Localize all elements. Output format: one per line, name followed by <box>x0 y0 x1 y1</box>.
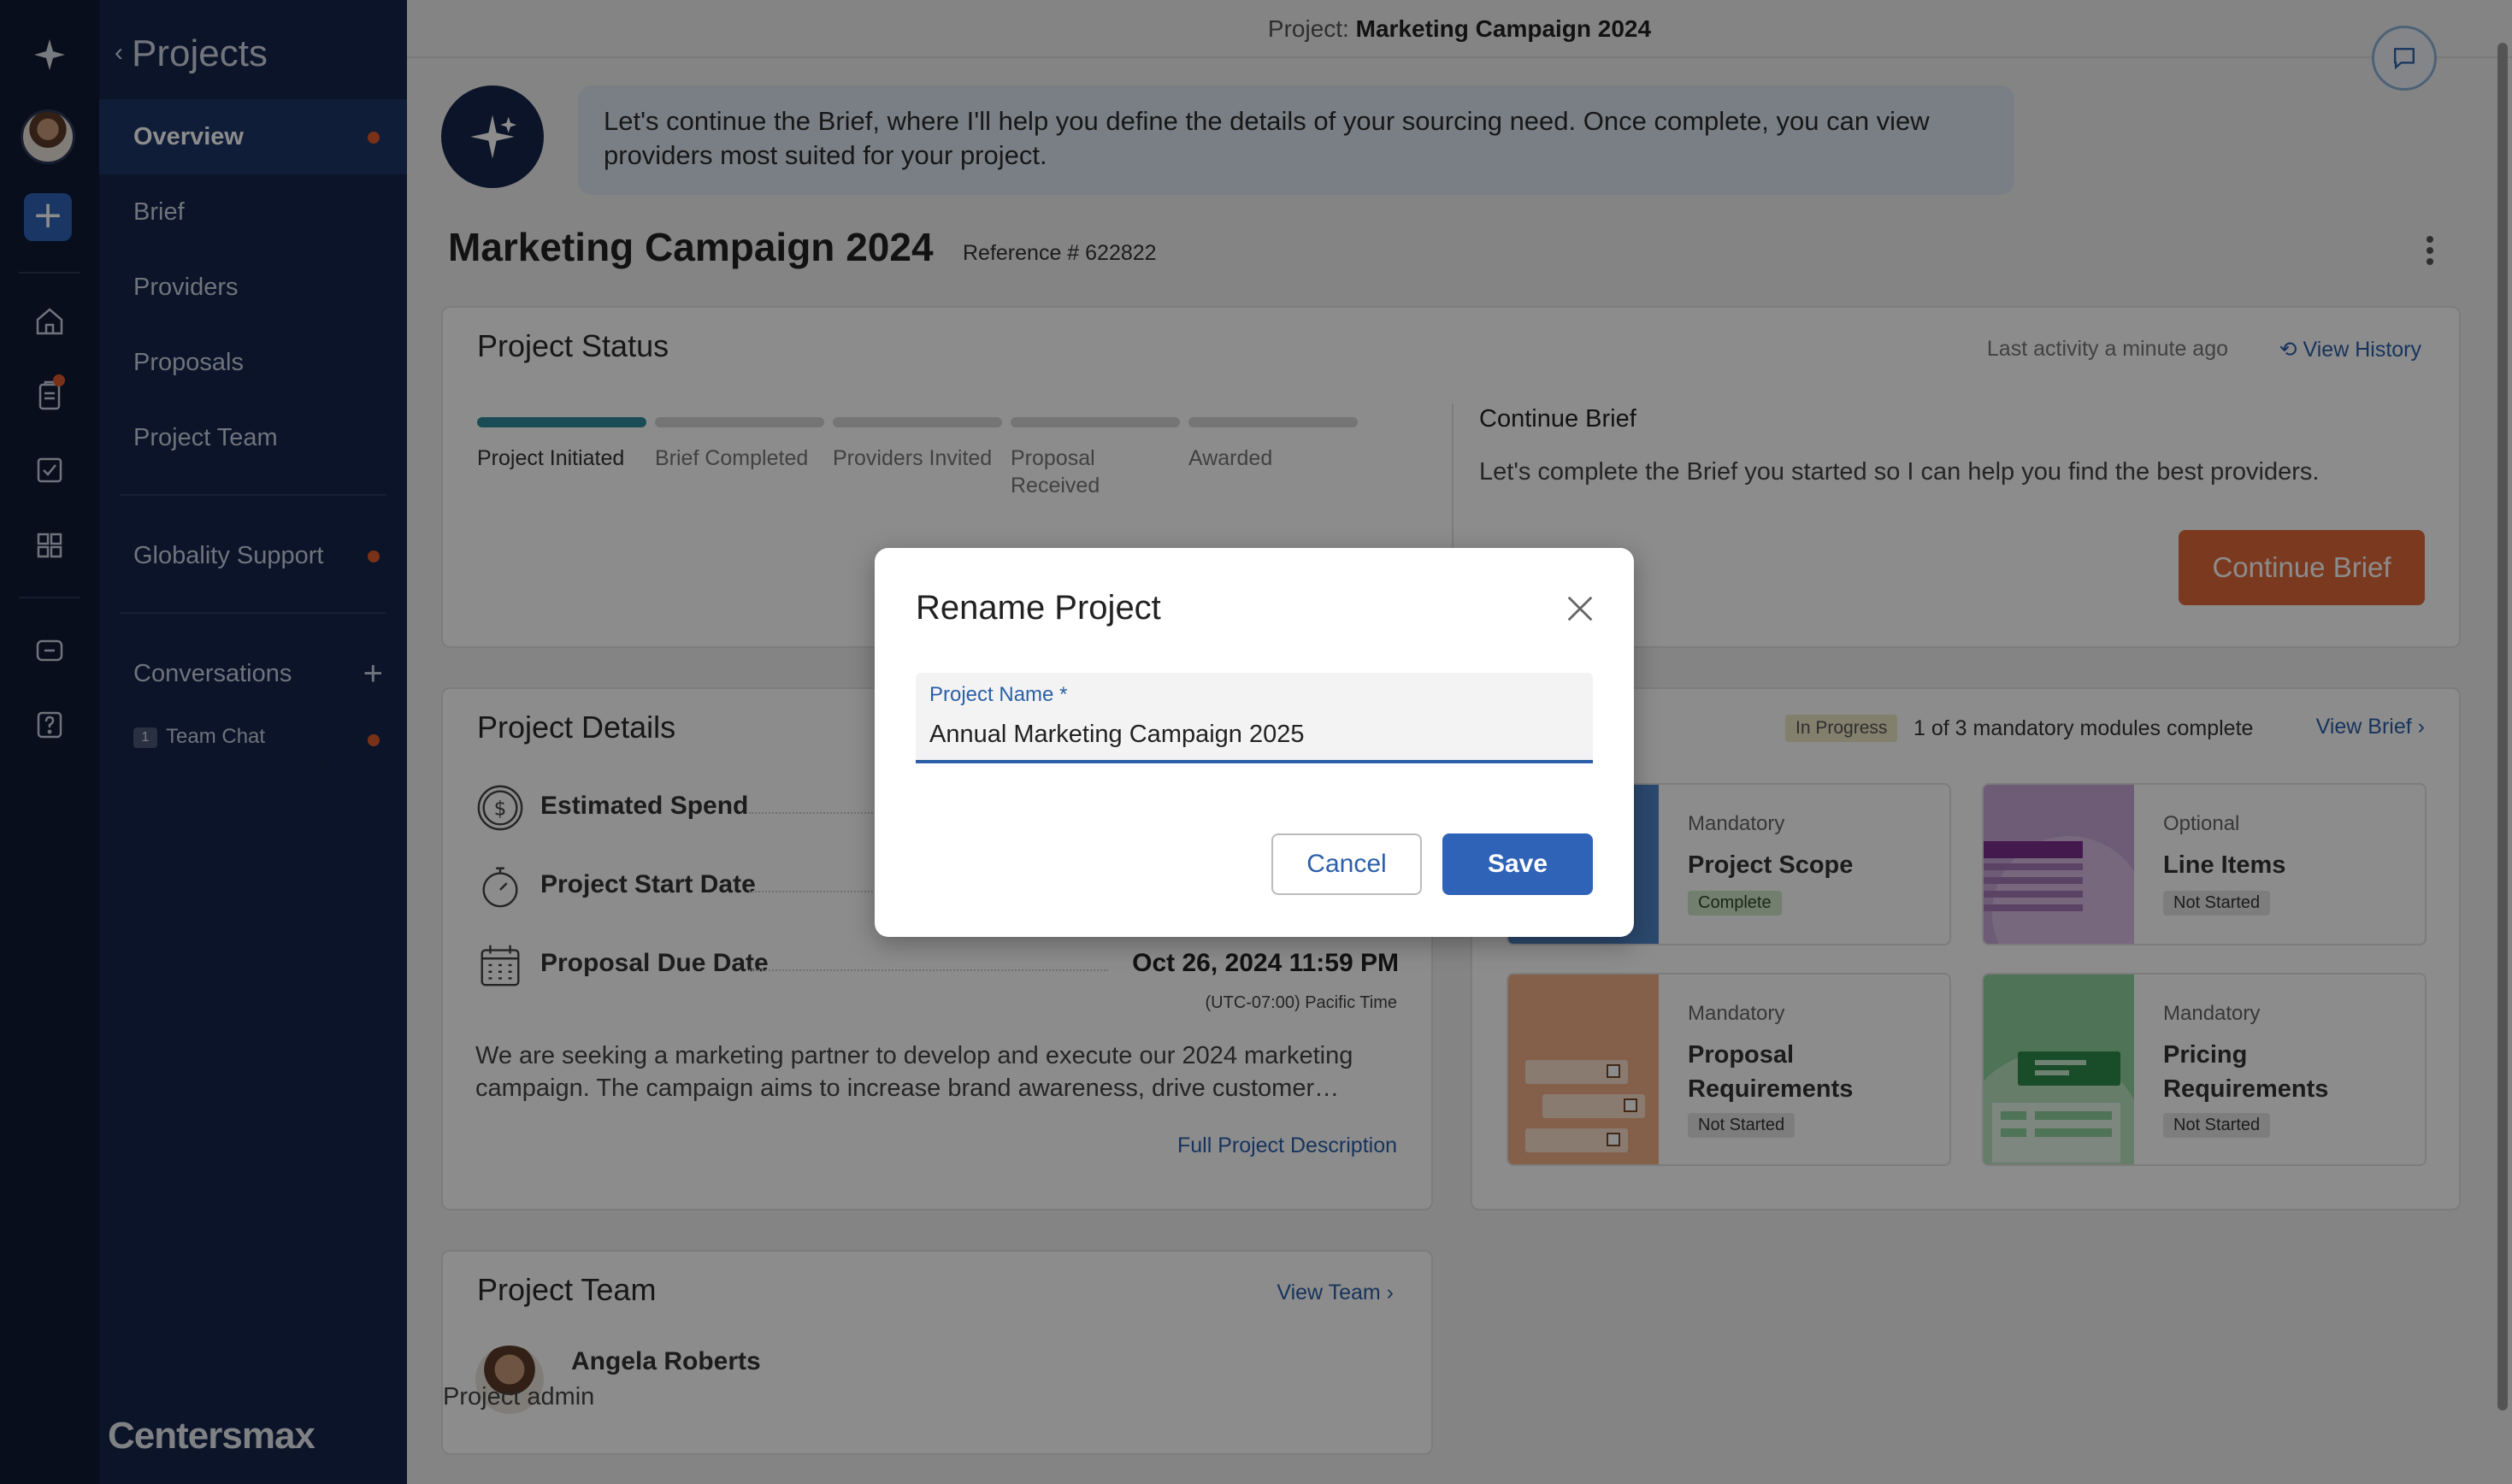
close-icon[interactable] <box>1564 592 1596 625</box>
field-label-text: Project Name <box>929 683 1054 706</box>
save-button[interactable]: Save <box>1442 833 1593 895</box>
cancel-button[interactable]: Cancel <box>1271 833 1422 895</box>
project-name-input[interactable] <box>929 716 1579 753</box>
field-label: Project Name * <box>929 683 1067 707</box>
required-mark: * <box>1059 683 1068 706</box>
rename-project-dialog: Rename Project Project Name * Cancel Sav… <box>875 548 1634 937</box>
dialog-title: Rename Project <box>916 589 1161 627</box>
project-name-field[interactable]: Project Name * <box>916 673 1593 763</box>
